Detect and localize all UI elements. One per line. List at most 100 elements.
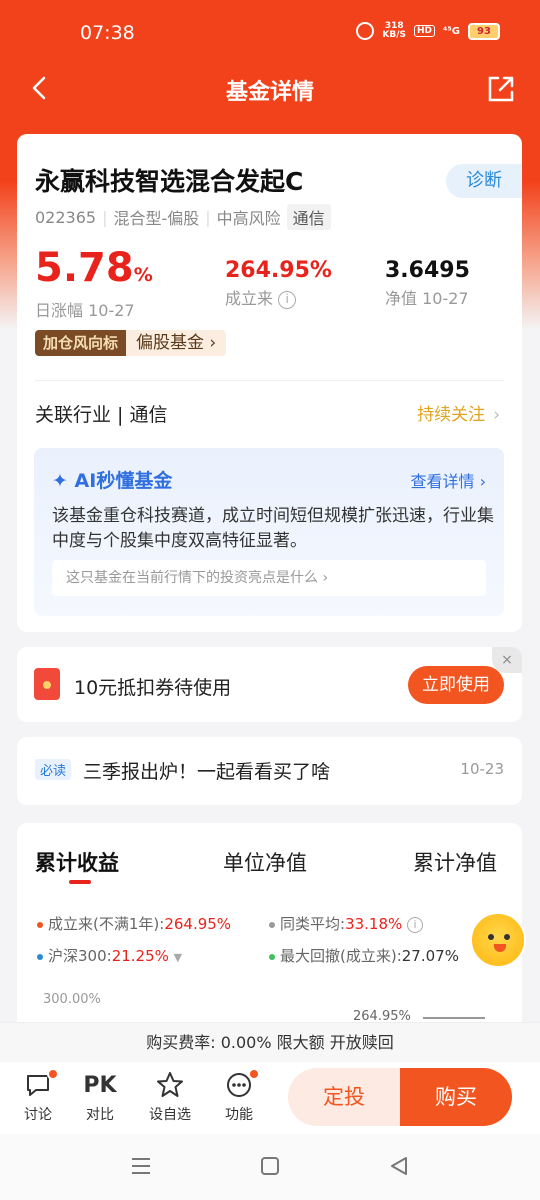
fund-card: 永赢科技智选混合发起C 诊断 022365 | 混合型-偏股 | 中高风险 通信… bbox=[17, 134, 522, 632]
nav-label: 净值 10-27 bbox=[385, 289, 469, 308]
ai-title: ✦ AI秒懂基金 bbox=[52, 466, 172, 493]
inception-return-label: 成立来 bbox=[225, 289, 274, 308]
legend-peer-label: 同类平均: bbox=[280, 915, 346, 933]
must-read-tag: 必读 bbox=[35, 759, 72, 780]
alarm-icon bbox=[356, 22, 375, 40]
fixed-invest-button[interactable]: 定投 bbox=[288, 1068, 400, 1126]
fund-code: 022365 bbox=[35, 207, 97, 227]
functions-label: 功能 bbox=[225, 1107, 253, 1123]
ai-summary-box: ✦ AI秒懂基金 查看详情 › 该基金重仓科技赛道，成立时间短但规模扩张迅速，行… bbox=[34, 448, 504, 616]
ai-question-text: 这只基金在当前行情下的投资亮点是什么 bbox=[66, 570, 318, 586]
diagnose-button[interactable]: 诊断 bbox=[446, 164, 522, 198]
compare-label: 对比 bbox=[86, 1107, 114, 1123]
coupon-card: 10元抵扣券待使用 立即使用 × bbox=[17, 647, 522, 722]
hd-icon: HD bbox=[414, 25, 436, 37]
news-date: 10-23 bbox=[460, 760, 504, 778]
fund-risk: 中高风险 bbox=[216, 209, 281, 228]
category-badge[interactable]: 加仓风向标 偏股基金 › bbox=[35, 330, 227, 356]
legend-dot bbox=[269, 921, 275, 928]
legend-dot bbox=[269, 953, 275, 960]
chevron-right-icon: › bbox=[209, 333, 217, 353]
legend-drawdown: 最大回撤(成立来):27.07% bbox=[269, 945, 459, 966]
tab-unit-nav[interactable]: 单位净值 bbox=[223, 847, 307, 877]
badge-brand: 加仓风向标 bbox=[35, 330, 127, 356]
notification-dot bbox=[47, 1068, 59, 1080]
legend-dot bbox=[37, 953, 43, 960]
sparkle-icon: ✦ bbox=[52, 470, 68, 492]
info-icon[interactable]: i bbox=[278, 290, 297, 309]
status-bar: 07:38 318 KB/S HD ⁴⁵G 93 bbox=[0, 0, 540, 64]
buy-button[interactable]: 购买 bbox=[400, 1068, 512, 1126]
badge-label: 偏股基金 bbox=[136, 333, 205, 353]
ai-summary-text: 该基金重仓科技赛道，成立时间短但规模扩张迅速，行业集中度与个股集中度双高特征显著… bbox=[52, 506, 494, 551]
legend-fund-label: 成立来(不满1年): bbox=[48, 915, 165, 933]
page-title: 基金详情 bbox=[225, 80, 314, 105]
notification-dot bbox=[248, 1068, 260, 1080]
inception-return-stat: 264.95% 成立来 i bbox=[225, 258, 332, 309]
chevron-right-icon: › bbox=[479, 472, 486, 491]
daily-change-label: 日涨幅 10-27 bbox=[35, 301, 135, 320]
use-coupon-button[interactable]: 立即使用 bbox=[408, 666, 504, 704]
compare-button[interactable]: PK 对比 bbox=[75, 1070, 125, 1124]
meta-separator: | bbox=[205, 207, 211, 227]
status-time: 07:38 bbox=[80, 22, 135, 44]
daily-change-value: 5.78 bbox=[35, 245, 134, 291]
ai-detail-link[interactable]: 查看详情 › bbox=[410, 468, 486, 492]
legend-hs300-label: 沪深300: bbox=[48, 947, 112, 965]
tab-cumulative-nav[interactable]: 累计净值 bbox=[413, 847, 497, 877]
add-watchlist-button[interactable]: 设自选 bbox=[145, 1070, 195, 1124]
chevron-right-icon: › bbox=[493, 405, 500, 425]
discuss-label: 讨论 bbox=[24, 1107, 52, 1123]
follow-label: 持续关注 bbox=[417, 405, 486, 425]
related-industry: 关联行业 | 通信 bbox=[35, 404, 168, 426]
legend-fund-value: 264.95% bbox=[164, 915, 232, 933]
top-nav: 基金详情 bbox=[0, 64, 540, 112]
legend-hs300[interactable]: 沪深300:21.25% ▼ bbox=[37, 945, 182, 966]
menu-icon[interactable] bbox=[130, 1156, 152, 1176]
share-icon[interactable] bbox=[484, 70, 516, 106]
daily-change-unit: % bbox=[133, 264, 153, 286]
nav-value: 3.6495 bbox=[385, 258, 470, 283]
legend-fund: 成立来(不满1年):264.95% bbox=[37, 913, 231, 934]
net-speed: 318 KB/S bbox=[382, 22, 406, 40]
inception-return-value: 264.95% bbox=[225, 258, 332, 283]
legend-drawdown-label: 最大回撤(成立来): bbox=[280, 947, 402, 965]
legend-drawdown-value: 27.07% bbox=[401, 947, 459, 965]
ai-question-chip[interactable]: 这只基金在当前行情下的投资亮点是什么 › bbox=[52, 560, 486, 596]
tab-cumulative-return[interactable]: 累计收益 bbox=[35, 847, 119, 877]
coupon-text: 10元抵扣券待使用 bbox=[74, 677, 232, 699]
add-watchlist-label: 设自选 bbox=[149, 1107, 191, 1123]
ai-more-label: 查看详情 bbox=[410, 472, 475, 491]
battery-icon: 93 bbox=[468, 22, 500, 40]
tab-indicator bbox=[69, 880, 91, 884]
follow-link[interactable]: 持续关注 › bbox=[417, 400, 500, 425]
legend-peer-value: 33.18% bbox=[345, 915, 403, 933]
close-icon[interactable]: × bbox=[492, 647, 522, 673]
red-envelope-icon bbox=[34, 668, 60, 700]
mascot-icon[interactable] bbox=[470, 912, 526, 968]
ai-title-text: AI秒懂基金 bbox=[74, 470, 173, 492]
fund-name: 永赢科技智选混合发起C bbox=[35, 167, 304, 196]
info-icon[interactable]: i bbox=[407, 916, 424, 933]
home-icon[interactable] bbox=[260, 1156, 280, 1176]
functions-button[interactable]: 功能 bbox=[214, 1068, 264, 1124]
divider bbox=[35, 380, 504, 381]
legend-peer: 同类平均:33.18% i bbox=[269, 913, 424, 934]
back-nav-icon[interactable] bbox=[388, 1156, 410, 1176]
pk-icon: PK bbox=[83, 1072, 117, 1098]
daily-change-stat: 5.78% 日涨幅 10-27 bbox=[35, 248, 153, 321]
legend-hs300-value: 21.25% bbox=[111, 947, 169, 965]
sector-tag[interactable]: 通信 bbox=[286, 204, 331, 230]
series-end-line bbox=[423, 1017, 485, 1019]
system-nav-bar bbox=[0, 1134, 540, 1200]
discuss-button[interactable]: 讨论 bbox=[13, 1068, 63, 1124]
fund-meta: 022365 | 混合型-偏股 | 中高风险 通信 bbox=[35, 204, 331, 230]
fee-info-bar: 购买费率: 0.00% 限大额 开放赎回 bbox=[0, 1022, 540, 1062]
meta-separator: | bbox=[102, 207, 108, 227]
caret-down-icon: ▼ bbox=[173, 951, 183, 964]
star-add-icon bbox=[157, 1072, 183, 1097]
signal-icon: ⁴⁵G bbox=[443, 25, 460, 37]
net-speed-unit: KB/S bbox=[382, 30, 407, 40]
news-card[interactable]: 必读 三季报出炉！一起看看买了啥 10-23 bbox=[17, 737, 522, 805]
chevron-right-icon: › bbox=[322, 570, 329, 586]
